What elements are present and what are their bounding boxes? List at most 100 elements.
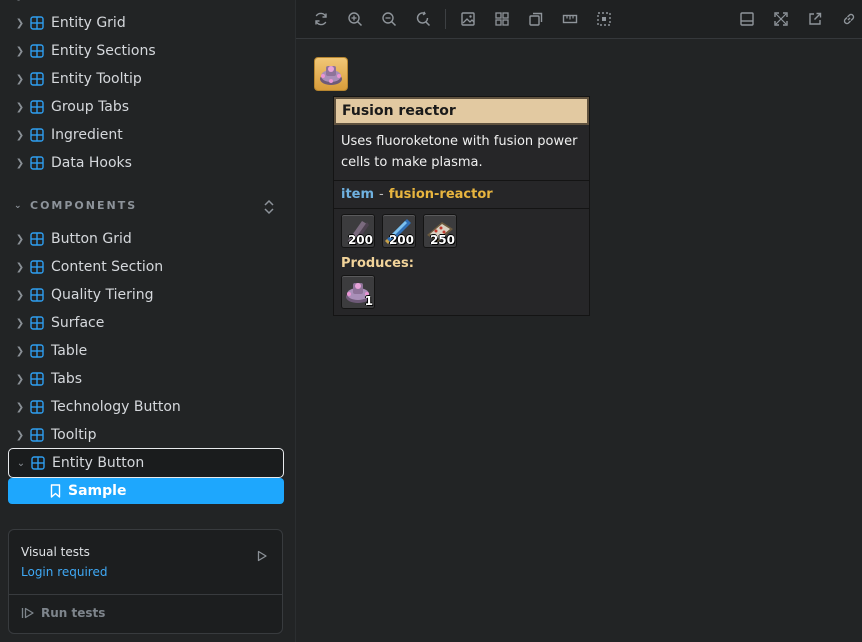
sidebar-item-label: Content Section	[51, 259, 164, 275]
chevron-right-icon: ❯	[15, 73, 25, 85]
sidebar-item-label: Table	[51, 343, 88, 359]
expand-collapse-icon[interactable]	[262, 197, 276, 217]
ingredient-count: 200	[347, 233, 373, 247]
sidebar-item-label: Group Tabs	[51, 99, 130, 115]
sidebar-story-sample[interactable]: Sample	[8, 478, 284, 504]
panel-toggle-icon[interactable]	[739, 11, 755, 27]
outline-icon[interactable]	[596, 11, 612, 27]
fullscreen-icon[interactable]	[773, 11, 789, 27]
component-icon	[30, 72, 44, 86]
tooltip-title: Fusion reactor	[334, 97, 589, 125]
play-icon[interactable]	[256, 550, 268, 562]
sidebar-item-surface[interactable]: ❯ Surface	[8, 310, 284, 336]
chevron-right-icon: ❯	[15, 17, 25, 29]
chevron-right-icon: ❯	[15, 157, 25, 169]
component-icon	[30, 316, 44, 330]
sidebar-item-partial[interactable]: ❯	[8, 0, 284, 8]
sidebar-item-label: Quality Tiering	[51, 287, 154, 303]
produces-label: Produces:	[341, 256, 414, 271]
preview-toolbar	[296, 0, 862, 39]
sidebar-story-label: Sample	[68, 483, 127, 499]
sidebar-item-quality-tiering[interactable]: ❯ Quality Tiering	[8, 282, 284, 308]
sidebar-item-label: Entity Sections	[51, 43, 156, 59]
viewport-icon[interactable]	[528, 11, 544, 27]
chevron-down-icon: ⌄	[14, 200, 24, 211]
sidebar-item-entity-sections[interactable]: ❯ Entity Sections	[8, 38, 284, 64]
component-icon	[30, 128, 44, 142]
component-icon	[30, 428, 44, 442]
sidebar-item-group-tabs[interactable]: ❯ Group Tabs	[8, 94, 284, 120]
copy-link-icon[interactable]	[841, 11, 857, 27]
reset-zoom-icon[interactable]	[415, 11, 431, 27]
sidebar-item-data-hooks[interactable]: ❯ Data Hooks	[8, 150, 284, 176]
sidebar-item-label: Ingredient	[51, 127, 123, 143]
grid-icon[interactable]	[494, 11, 510, 27]
tooltip-type-separator: -	[379, 187, 384, 202]
entity-button[interactable]	[314, 57, 348, 91]
sidebar-item-entity-grid[interactable]: ❯ Entity Grid	[8, 10, 284, 36]
zoom-out-icon[interactable]	[381, 11, 397, 27]
sidebar-item-ingredient[interactable]: ❯ Ingredient	[8, 122, 284, 148]
sidebar-item-tooltip[interactable]: ❯ Tooltip	[8, 422, 284, 448]
sidebar-item-label: Button Grid	[51, 231, 132, 247]
tooltip-type-line: item - fusion-reactor	[334, 181, 589, 209]
ingredient-slot[interactable]: 200	[382, 214, 416, 248]
divider	[9, 594, 282, 595]
background-icon[interactable]	[460, 11, 476, 27]
sidebar-item-label: Entity Grid	[51, 15, 126, 31]
chevron-right-icon: ❯	[15, 233, 25, 245]
sidebar-item-label: Entity Button	[52, 455, 145, 471]
ingredient-slot[interactable]: 250	[423, 214, 457, 248]
sidebar-item-entity-tooltip[interactable]: ❯ Entity Tooltip	[8, 66, 284, 92]
tooltip-description: Uses fluoroketone with fusion power cell…	[334, 125, 589, 181]
tooltip-type-name: fusion-reactor	[388, 187, 493, 202]
run-tests-button[interactable]: Run tests	[21, 606, 105, 620]
component-icon	[30, 232, 44, 246]
chevron-down-icon: ⌄	[16, 457, 26, 469]
product-slot[interactable]: 1	[341, 275, 375, 309]
sidebar-item-entity-button[interactable]: ⌄ Entity Button	[8, 448, 284, 478]
tooltip-type-kind: item	[341, 187, 375, 202]
chevron-right-icon: ❯	[15, 401, 25, 413]
component-icon	[30, 260, 44, 274]
chevron-right-icon: ❯	[15, 345, 25, 357]
open-new-tab-icon[interactable]	[807, 11, 823, 27]
sidebar-item-button-grid[interactable]: ❯ Button Grid	[8, 226, 284, 252]
reload-icon[interactable]	[313, 11, 329, 27]
chevron-right-icon: ❯	[15, 429, 25, 441]
sidebar-item-technology-button[interactable]: ❯ Technology Button	[8, 394, 284, 420]
entity-tooltip: Fusion reactor Uses fluoroketone with fu…	[333, 96, 590, 316]
chevron-right-icon: ❯	[15, 289, 25, 301]
zoom-in-icon[interactable]	[347, 11, 363, 27]
chevron-right-icon: ❯	[15, 317, 25, 329]
product-count: 1	[364, 294, 373, 308]
component-icon	[30, 100, 44, 114]
sidebar-item-content-section[interactable]: ❯ Content Section	[8, 254, 284, 280]
component-icon	[30, 156, 44, 170]
visual-tests-title: Visual tests	[21, 545, 90, 559]
component-icon	[30, 372, 44, 386]
sidebar-item-table[interactable]: ❯ Table	[8, 338, 284, 364]
run-tests-label: Run tests	[41, 606, 106, 620]
sidebar-item-tabs[interactable]: ❯ Tabs	[8, 366, 284, 392]
ingredient-slot[interactable]: 200	[341, 214, 375, 248]
components-section-header[interactable]: ⌄ COMPONENTS	[14, 199, 137, 212]
ingredient-list: 200 200 250	[334, 209, 589, 248]
fusion-reactor-icon	[320, 66, 342, 85]
toolbar-divider	[445, 9, 446, 29]
preview-panel: Fusion reactor Uses fluoroketone with fu…	[295, 0, 862, 642]
chevron-right-icon: ❯	[14, 0, 26, 1]
sidebar-item-label: Technology Button	[51, 399, 181, 415]
sidebar-item-label: Entity Tooltip	[51, 71, 142, 87]
product-list: 1	[334, 271, 589, 315]
visual-tests-panel: Visual tests Login required Run tests	[8, 529, 283, 634]
chevron-right-icon: ❯	[15, 45, 25, 57]
chevron-right-icon: ❯	[15, 101, 25, 113]
sidebar-item-label: Tooltip	[51, 427, 97, 443]
component-icon	[30, 44, 44, 58]
chevron-right-icon: ❯	[15, 129, 25, 141]
measure-icon[interactable]	[562, 11, 578, 27]
login-required-link[interactable]: Login required	[21, 565, 107, 579]
ingredient-count: 250	[429, 233, 455, 247]
component-icon	[30, 288, 44, 302]
